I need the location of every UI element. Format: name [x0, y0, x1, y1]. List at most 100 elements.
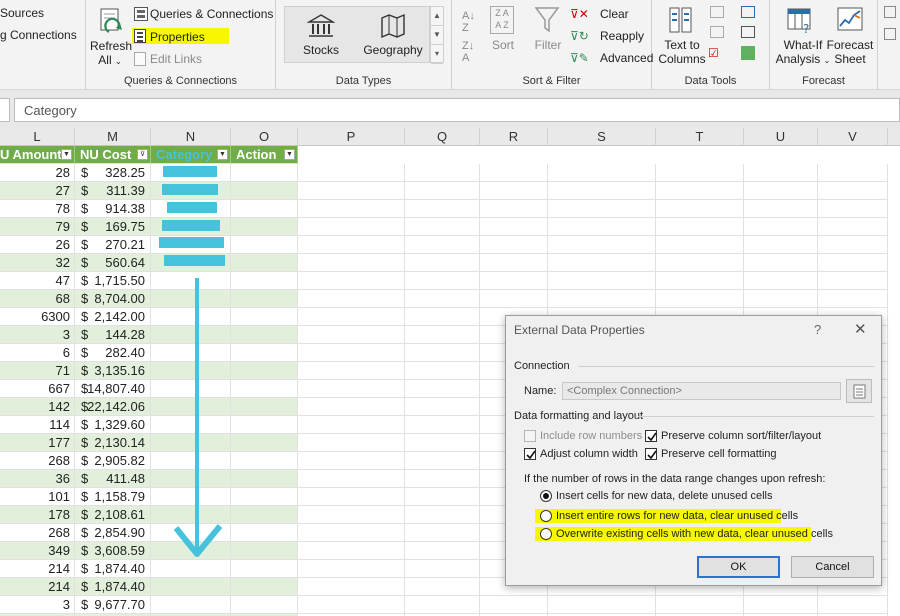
- scroll-up-icon[interactable]: ▲: [431, 7, 443, 26]
- filter-dropdown-icon[interactable]: ▼: [284, 149, 295, 160]
- column-header-n[interactable]: N: [151, 128, 231, 146]
- remove-duplicates-icon[interactable]: [710, 26, 724, 38]
- cost-cell[interactable]: $2,905.82: [75, 452, 151, 470]
- manage-data-model-icon[interactable]: [741, 46, 755, 60]
- outline-icon-2[interactable]: [884, 28, 896, 40]
- empty-cell[interactable]: [656, 164, 744, 182]
- amount-cell[interactable]: 178: [0, 506, 75, 524]
- amount-cell[interactable]: 667: [0, 380, 75, 398]
- column-header-t[interactable]: T: [656, 128, 744, 146]
- action-cell[interactable]: [231, 416, 298, 434]
- empty-cell[interactable]: [405, 344, 480, 362]
- empty-cell[interactable]: [298, 542, 405, 560]
- cost-cell[interactable]: $560.64: [75, 254, 151, 272]
- action-cell[interactable]: [231, 524, 298, 542]
- cost-cell[interactable]: $1,874.40: [75, 560, 151, 578]
- empty-cell[interactable]: [405, 362, 480, 380]
- formula-input[interactable]: Category: [14, 98, 900, 122]
- column-header-r[interactable]: R: [480, 128, 548, 146]
- text-to-columns-button[interactable]: Text to Columns: [654, 38, 710, 66]
- empty-cell[interactable]: [298, 416, 405, 434]
- empty-cell[interactable]: [298, 524, 405, 542]
- amount-cell[interactable]: 6300: [0, 308, 75, 326]
- cost-cell[interactable]: $914.38: [75, 200, 151, 218]
- preserve-sort-checkbox[interactable]: [645, 430, 657, 442]
- empty-cell[interactable]: [744, 290, 818, 308]
- column-header-v[interactable]: V: [818, 128, 888, 146]
- amount-cell[interactable]: 3: [0, 326, 75, 344]
- clear-button[interactable]: Clear: [600, 7, 629, 21]
- empty-cell[interactable]: [405, 488, 480, 506]
- action-cell[interactable]: [231, 272, 298, 290]
- empty-cell[interactable]: [818, 596, 888, 614]
- action-cell[interactable]: [231, 488, 298, 506]
- cost-cell[interactable]: $2,130.14: [75, 434, 151, 452]
- cancel-button[interactable]: Cancel: [791, 556, 874, 578]
- empty-cell[interactable]: [548, 182, 656, 200]
- cost-cell[interactable]: $311.39: [75, 182, 151, 200]
- sources-button[interactable]: Sources: [0, 6, 44, 20]
- empty-cell[interactable]: [405, 182, 480, 200]
- empty-cell[interactable]: [744, 272, 818, 290]
- empty-cell[interactable]: [548, 596, 656, 614]
- amount-cell[interactable]: 214: [0, 560, 75, 578]
- forecast-sheet-button[interactable]: Forecast Sheet: [824, 38, 876, 66]
- filter-button[interactable]: Filter: [532, 38, 564, 52]
- insert-cells-radio[interactable]: [540, 490, 552, 502]
- geography-button[interactable]: Geography: [357, 7, 429, 64]
- empty-cell[interactable]: [298, 326, 405, 344]
- empty-cell[interactable]: [298, 398, 405, 416]
- empty-cell[interactable]: [548, 236, 656, 254]
- header-action[interactable]: Action ▼: [231, 146, 298, 164]
- empty-cell[interactable]: [548, 164, 656, 182]
- empty-cell[interactable]: [744, 164, 818, 182]
- empty-cell[interactable]: [744, 218, 818, 236]
- consolidate-icon[interactable]: [741, 6, 755, 18]
- amount-cell[interactable]: 36: [0, 470, 75, 488]
- category-cell[interactable]: [151, 578, 231, 596]
- existing-connections-button[interactable]: g Connections: [0, 28, 77, 42]
- empty-cell[interactable]: [548, 272, 656, 290]
- gallery-more-icon[interactable]: ▾: [431, 45, 443, 64]
- preserve-format-checkbox[interactable]: [645, 448, 657, 460]
- empty-cell[interactable]: [298, 380, 405, 398]
- empty-cell[interactable]: [818, 218, 888, 236]
- empty-cell[interactable]: [405, 524, 480, 542]
- amount-cell[interactable]: 214: [0, 578, 75, 596]
- empty-cell[interactable]: [480, 182, 548, 200]
- cost-cell[interactable]: $1,874.40: [75, 578, 151, 596]
- stocks-button[interactable]: Stocks: [285, 7, 357, 64]
- amount-cell[interactable]: 71: [0, 362, 75, 380]
- empty-cell[interactable]: [405, 164, 480, 182]
- cost-cell[interactable]: $144.28: [75, 326, 151, 344]
- empty-cell[interactable]: [405, 290, 480, 308]
- empty-cell[interactable]: [298, 578, 405, 596]
- empty-cell[interactable]: [480, 200, 548, 218]
- column-header-o[interactable]: O: [231, 128, 298, 146]
- flash-fill-icon[interactable]: [710, 6, 724, 18]
- action-cell[interactable]: [231, 164, 298, 182]
- empty-cell[interactable]: [744, 236, 818, 254]
- action-cell[interactable]: [231, 200, 298, 218]
- sort-za-icon[interactable]: Z↓ A: [462, 40, 474, 64]
- data-validation-icon[interactable]: ☑: [708, 46, 719, 60]
- empty-cell[interactable]: [405, 308, 480, 326]
- empty-cell[interactable]: [405, 542, 480, 560]
- empty-cell[interactable]: [480, 290, 548, 308]
- category-cell[interactable]: [151, 596, 231, 614]
- include-row-numbers-checkbox[interactable]: [524, 430, 536, 442]
- cost-cell[interactable]: $411.48: [75, 470, 151, 488]
- empty-cell[interactable]: [298, 254, 405, 272]
- empty-cell[interactable]: [405, 470, 480, 488]
- empty-cell[interactable]: [298, 308, 405, 326]
- cost-cell[interactable]: $1,715.50: [75, 272, 151, 290]
- empty-cell[interactable]: [656, 596, 744, 614]
- empty-cell[interactable]: [656, 254, 744, 272]
- amount-cell[interactable]: 114: [0, 416, 75, 434]
- properties-button[interactable]: Properties: [150, 30, 205, 44]
- cost-cell[interactable]: $169.75: [75, 218, 151, 236]
- action-cell[interactable]: [231, 308, 298, 326]
- edit-links-button[interactable]: Edit Links: [150, 52, 202, 66]
- action-cell[interactable]: [231, 452, 298, 470]
- empty-cell[interactable]: [480, 254, 548, 272]
